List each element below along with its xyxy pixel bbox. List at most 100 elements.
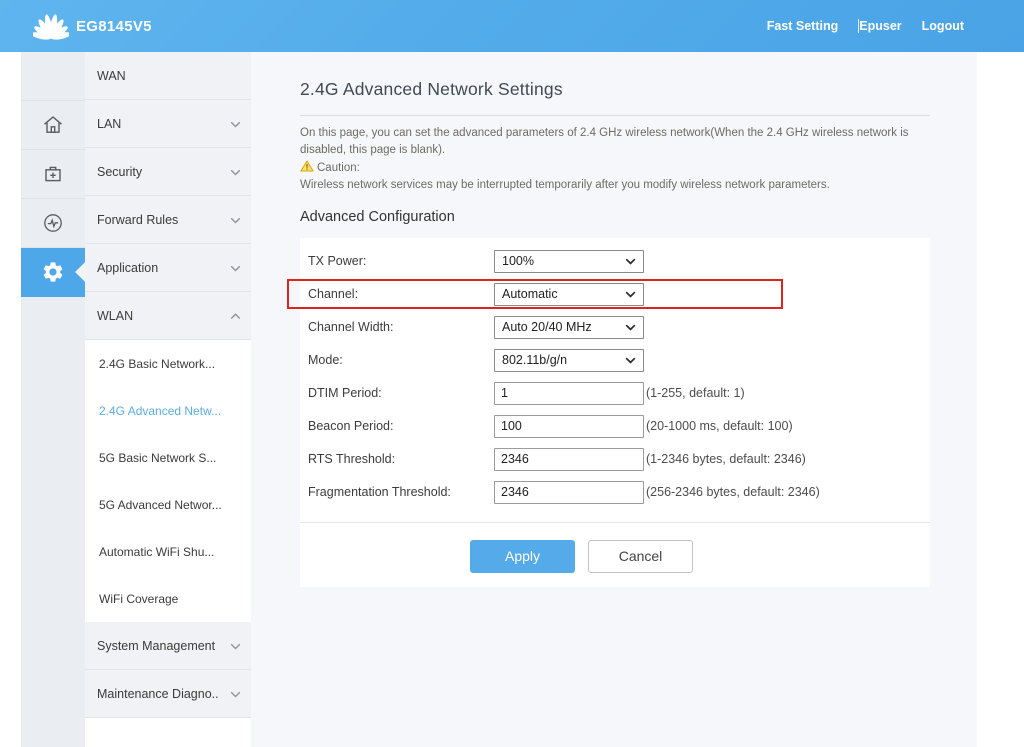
- diagnostics-icon: [40, 211, 66, 235]
- dropdown-arrow-icon: [625, 318, 636, 336]
- sidebar-item-label: Application: [97, 261, 158, 275]
- field-label-channel-width: Channel Width:: [308, 320, 494, 334]
- advanced-configuration-panel: TX Power: 100% Channel: Automatic Channel Wi…: [300, 238, 930, 587]
- sidebar-item-2-4g-basic-network[interactable]: 2.4G Basic Network...: [85, 340, 251, 387]
- chevron-up-icon: [224, 307, 241, 325]
- field-row-mode: Mode: 802.11b/g/n: [300, 344, 930, 377]
- sidebar-item-label: System Management: [97, 639, 215, 653]
- caution-text: Wireless network services may be interru…: [300, 177, 920, 194]
- brand: EG8145V5: [33, 12, 152, 40]
- field-label-fragmentation-threshold: Fragmentation Threshold:: [308, 485, 494, 499]
- caution-line: Caution:: [300, 159, 930, 177]
- title-divider: [300, 115, 930, 116]
- sidebar-item-security[interactable]: Security: [85, 148, 251, 196]
- logout-link[interactable]: Logout: [922, 19, 964, 33]
- caution-warning-icon: [300, 159, 317, 177]
- chevron-down-icon: [224, 259, 241, 277]
- settings-gear-icon: [41, 260, 65, 284]
- cancel-button[interactable]: Cancel: [588, 540, 693, 573]
- buttons-row: Apply Cancel: [300, 540, 930, 573]
- field-row-tx-power: TX Power: 100%: [300, 245, 930, 278]
- sidebar-item-label: Maintenance Diagno..: [97, 687, 219, 701]
- rail-item-settings-gear[interactable]: [21, 248, 85, 297]
- sidebar-item-label: Forward Rules: [97, 213, 178, 227]
- selected-value: Automatic: [502, 287, 558, 301]
- rail-item-toolbox[interactable]: [21, 150, 85, 199]
- sidebar-item-label: Security: [97, 165, 142, 179]
- sidebar-item-forward-rules[interactable]: Forward Rules: [85, 196, 251, 244]
- toolbox-icon: [40, 162, 66, 186]
- field-hint: (1-2346 bytes, default: 2346): [646, 452, 806, 466]
- sidebar-item-application[interactable]: Application: [85, 244, 251, 292]
- tx-power-select[interactable]: 100%: [494, 250, 644, 273]
- section-title: Advanced Configuration: [300, 209, 930, 225]
- fragmentation-threshold-input[interactable]: [494, 481, 644, 504]
- chevron-down-icon: [224, 211, 241, 229]
- selected-value: Auto 20/40 MHz: [502, 320, 592, 334]
- channel-select[interactable]: Automatic: [494, 283, 644, 306]
- home-icon: [40, 113, 66, 137]
- sidebar-item-label: 5G Basic Network S...: [99, 451, 216, 465]
- sidebar-item-label: 2.4G Basic Network...: [99, 357, 215, 371]
- dropdown-arrow-icon: [625, 285, 636, 303]
- chevron-down-icon: [224, 163, 241, 181]
- field-hint: (1-255, default: 1): [646, 386, 745, 400]
- field-row-beacon-period: Beacon Period: (20-1000 ms, default: 100): [300, 410, 930, 443]
- buttons-divider: [300, 522, 930, 523]
- mode-select[interactable]: 802.11b/g/n: [494, 349, 644, 372]
- chevron-down-icon: [224, 637, 241, 655]
- device-name: EG8145V5: [76, 18, 152, 35]
- sidebar-item-5g-basic-network-s[interactable]: 5G Basic Network S...: [85, 434, 251, 481]
- icon-rail: [21, 52, 85, 747]
- sidebar-item-wan[interactable]: WAN: [85, 52, 251, 100]
- field-label-rts-threshold: RTS Threshold:: [308, 452, 494, 466]
- sidebar-item-label: LAN: [97, 117, 121, 131]
- sidebar-item-maintenance-diagno[interactable]: Maintenance Diagno..: [85, 670, 251, 718]
- router-admin-app: EG8145V5 Fast Setting Epuser Logout WAN LAN…: [0, 0, 1024, 747]
- sidebar-item-label: 2.4G Advanced Netw...: [99, 404, 221, 418]
- field-row-fragmentation-threshold: Fragmentation Threshold: (256-2346 bytes,…: [300, 476, 930, 509]
- sidebar-item-wifi-coverage[interactable]: WiFi Coverage: [85, 575, 251, 622]
- apply-button[interactable]: Apply: [470, 540, 575, 573]
- sidebar-item-label: WAN: [97, 69, 126, 83]
- field-row-channel-width: Channel Width: Auto 20/40 MHz: [300, 311, 930, 344]
- selected-value: 100%: [502, 254, 534, 268]
- sidebar-item-wlan[interactable]: WLAN: [85, 292, 251, 340]
- dropdown-arrow-icon: [625, 252, 636, 270]
- field-label-tx-power: TX Power:: [308, 254, 494, 268]
- sidebar-item-2-4g-advanced-netw[interactable]: 2.4G Advanced Netw...: [85, 387, 251, 434]
- epuser-link[interactable]: Epuser: [859, 19, 901, 33]
- sidebar-item-label: WiFi Coverage: [99, 592, 178, 606]
- form-rows: TX Power: 100% Channel: Automatic Channel Wi…: [300, 245, 930, 509]
- field-label-mode: Mode:: [308, 353, 494, 367]
- sidebar-item-label: Automatic WiFi Shu...: [99, 545, 214, 559]
- field-label-dtim-period: DTIM Period:: [308, 386, 494, 400]
- selected-value: 802.11b/g/n: [502, 353, 567, 367]
- content-inner: 2.4G Advanced Network Settings On this p…: [300, 52, 930, 587]
- dtim-period-input[interactable]: [494, 382, 644, 405]
- sidebar-item-label: WLAN: [97, 309, 133, 323]
- field-row-rts-threshold: RTS Threshold: (1-2346 bytes, default: 23…: [300, 443, 930, 476]
- content-area: 2.4G Advanced Network Settings On this p…: [251, 52, 977, 747]
- dropdown-arrow-icon: [625, 351, 636, 369]
- rail-item-diagnostics[interactable]: [21, 199, 85, 248]
- sidebar-item-system-management[interactable]: System Management: [85, 622, 251, 670]
- rts-threshold-input[interactable]: [494, 448, 644, 471]
- sidebar-menu: WAN LAN Security Forward Rules Application WL…: [85, 52, 251, 747]
- sidebar-item-5g-advanced-networ[interactable]: 5G Advanced Networ...: [85, 481, 251, 528]
- field-hint: (256-2346 bytes, default: 2346): [646, 485, 820, 499]
- caution-label: Caution:: [317, 160, 360, 177]
- chevron-down-icon: [224, 685, 241, 703]
- field-label-channel: Channel:: [308, 287, 494, 301]
- page-description: On this page, you can set the advanced p…: [300, 125, 920, 158]
- field-label-beacon-period: Beacon Period:: [308, 419, 494, 433]
- channel-width-select[interactable]: Auto 20/40 MHz: [494, 316, 644, 339]
- fast-setting-link[interactable]: Fast Setting: [767, 19, 839, 33]
- beacon-period-input[interactable]: [494, 415, 644, 438]
- rail-item-home[interactable]: [21, 101, 85, 150]
- field-row-channel: Channel: Automatic: [300, 278, 930, 311]
- sidebar-item-lan[interactable]: LAN: [85, 100, 251, 148]
- field-hint: (20-1000 ms, default: 100): [646, 419, 793, 433]
- sidebar-item-automatic-wifi-shu[interactable]: Automatic WiFi Shu...: [85, 528, 251, 575]
- huawei-logo-icon: [33, 12, 69, 40]
